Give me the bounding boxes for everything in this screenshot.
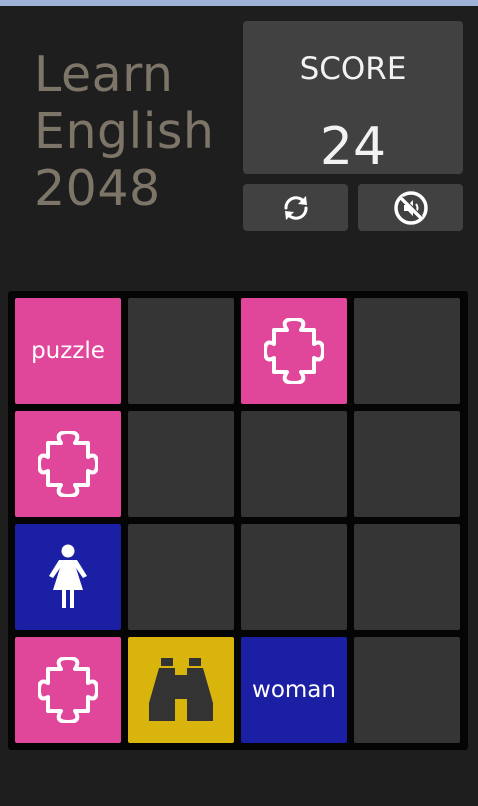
tile-word: woman xyxy=(252,677,336,703)
tile-r4-c3: woman xyxy=(241,637,347,743)
title-line-2: English xyxy=(34,103,215,160)
title-line-1: Learn xyxy=(34,46,174,103)
tile-r3-c2-empty xyxy=(128,524,234,630)
tile-r4-c2 xyxy=(128,637,234,743)
game-board[interactable]: puzzle woman xyxy=(8,291,468,750)
tile-word: puzzle xyxy=(31,338,105,364)
tile-r4-c1 xyxy=(15,637,121,743)
status-bar xyxy=(0,0,478,6)
tile-r1-c2-empty xyxy=(128,298,234,404)
binoculars-icon xyxy=(148,657,214,723)
tile-r2-c1 xyxy=(15,411,121,517)
tile-r3-c1 xyxy=(15,524,121,630)
score-box: SCORE 24 xyxy=(243,21,463,177)
tile-r4-c4-empty xyxy=(354,637,460,743)
score-label: SCORE xyxy=(299,51,407,87)
refresh-icon xyxy=(280,192,312,224)
score-value: 24 xyxy=(319,117,387,177)
sound-off-icon xyxy=(393,190,429,226)
tile-r3-c4-empty xyxy=(354,524,460,630)
title-line-3: 2048 xyxy=(34,160,161,217)
tile-r1-c4-empty xyxy=(354,298,460,404)
sound-toggle-button[interactable] xyxy=(358,184,463,231)
game-title: Learn English 2048 xyxy=(34,46,234,217)
tile-r2-c4-empty xyxy=(354,411,460,517)
tile-r1-c1: puzzle xyxy=(15,298,121,404)
tile-r2-c3-empty xyxy=(241,411,347,517)
puzzle-icon xyxy=(38,431,98,497)
woman-icon xyxy=(43,544,93,610)
puzzle-icon xyxy=(264,318,324,384)
tile-r3-c3-empty xyxy=(241,524,347,630)
tile-r2-c2-empty xyxy=(128,411,234,517)
puzzle-icon xyxy=(38,657,98,723)
restart-button[interactable] xyxy=(243,184,348,231)
tile-r1-c3 xyxy=(241,298,347,404)
